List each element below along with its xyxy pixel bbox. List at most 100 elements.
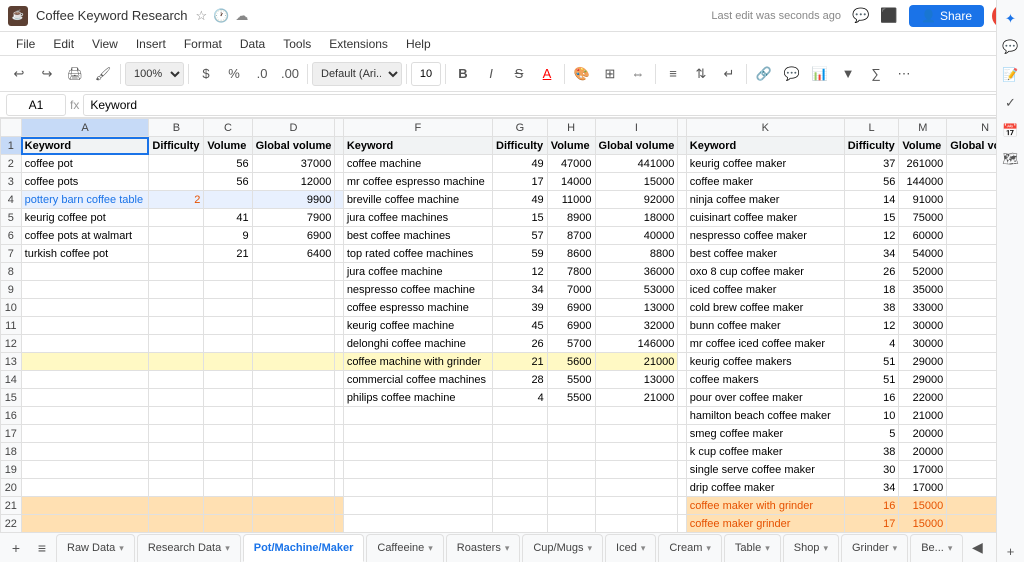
cell[interactable]: 441000 (595, 155, 678, 173)
cell[interactable]: keurig coffee machine (343, 317, 492, 335)
cell[interactable]: 9900 (252, 191, 335, 209)
cell[interactable]: 18000 (595, 209, 678, 227)
cell[interactable] (252, 479, 335, 497)
cell[interactable]: keurig coffee makers (686, 353, 844, 371)
col-header-I[interactable]: I (595, 119, 678, 137)
cell[interactable]: 51 (844, 353, 899, 371)
comment-button[interactable]: 💬 (779, 61, 805, 87)
cell[interactable]: 6900 (547, 299, 595, 317)
cell[interactable]: 26 (844, 263, 899, 281)
cell[interactable]: 8900 (547, 209, 595, 227)
cell[interactable] (204, 443, 252, 461)
cell[interactable]: pour over coffee maker (686, 389, 844, 407)
add-panel-icon[interactable]: + (1000, 540, 1022, 562)
menu-item-tools[interactable]: Tools (275, 35, 319, 53)
cell[interactable] (252, 497, 335, 515)
menu-item-insert[interactable]: Insert (128, 35, 174, 53)
cell[interactable]: 17000 (899, 479, 947, 497)
cell[interactable] (335, 479, 343, 497)
cell[interactable] (204, 317, 252, 335)
paint-format-button[interactable]: 🖌 (90, 61, 116, 87)
cell[interactable]: oxo 8 cup coffee maker (686, 263, 844, 281)
cell[interactable]: coffee pot (21, 155, 149, 173)
cell[interactable] (678, 479, 686, 497)
cell[interactable]: 36000 (595, 263, 678, 281)
cell[interactable]: jura coffee machines (343, 209, 492, 227)
cell[interactable] (335, 425, 343, 443)
cell[interactable] (678, 407, 686, 425)
cell[interactable] (252, 317, 335, 335)
cell[interactable] (149, 173, 204, 191)
cell[interactable]: 57 (493, 227, 548, 245)
cell[interactable] (547, 443, 595, 461)
align-button[interactable]: ≡ (660, 61, 686, 87)
cell-C1[interactable]: Volume (204, 137, 252, 155)
cell[interactable] (343, 407, 492, 425)
cell[interactable] (204, 335, 252, 353)
cell[interactable] (493, 425, 548, 443)
cell[interactable]: 28 (493, 371, 548, 389)
cell[interactable]: commercial coffee machines (343, 371, 492, 389)
maps-icon[interactable]: 🗺 (1000, 148, 1022, 170)
cell[interactable] (335, 173, 343, 191)
sheet-tab-research-data[interactable]: Research Data▾ (137, 534, 241, 562)
cell[interactable] (252, 461, 335, 479)
cell[interactable] (204, 371, 252, 389)
cell[interactable] (343, 497, 492, 515)
cell[interactable] (21, 335, 149, 353)
cell[interactable]: 5 (844, 425, 899, 443)
cell[interactable] (252, 371, 335, 389)
col-header-M[interactable]: M (899, 119, 947, 137)
cell[interactable]: coffee pots at walmart (21, 227, 149, 245)
history-icon[interactable]: 🕐 (213, 8, 229, 24)
cell[interactable] (252, 515, 335, 533)
sheet-tab-cup/mugs[interactable]: Cup/Mugs▾ (522, 534, 603, 562)
cell[interactable] (678, 173, 686, 191)
cell[interactable]: 38 (844, 443, 899, 461)
cell[interactable]: coffee maker with grinder (686, 497, 844, 515)
cell[interactable]: 47000 (547, 155, 595, 173)
cell[interactable] (21, 371, 149, 389)
cell[interactable]: 12 (493, 263, 548, 281)
cell[interactable] (149, 461, 204, 479)
merge-button[interactable]: ⇔ (625, 61, 651, 87)
cell[interactable]: philips coffee machine (343, 389, 492, 407)
menu-item-edit[interactable]: Edit (45, 35, 82, 53)
cell[interactable] (678, 353, 686, 371)
cell[interactable]: 14000 (547, 173, 595, 191)
cell[interactable] (595, 407, 678, 425)
cell[interactable]: smeg coffee maker (686, 425, 844, 443)
cell[interactable] (335, 191, 343, 209)
cell[interactable] (678, 461, 686, 479)
cell[interactable]: 16 (844, 389, 899, 407)
cell[interactable]: hamilton beach coffee maker (686, 407, 844, 425)
cell[interactable] (678, 299, 686, 317)
cell[interactable]: mr coffee iced coffee maker (686, 335, 844, 353)
menu-item-format[interactable]: Format (176, 35, 230, 53)
cell[interactable] (21, 443, 149, 461)
cell[interactable]: nespresso coffee maker (686, 227, 844, 245)
cell[interactable] (547, 515, 595, 533)
cell[interactable] (335, 245, 343, 263)
cell-L1[interactable]: Difficulty (844, 137, 899, 155)
cell[interactable]: 17000 (899, 461, 947, 479)
cell[interactable] (678, 497, 686, 515)
cell[interactable] (149, 263, 204, 281)
cell[interactable]: 17 (844, 515, 899, 533)
cell[interactable] (678, 209, 686, 227)
cell[interactable]: coffee maker (686, 173, 844, 191)
cell[interactable]: bunn coffee maker (686, 317, 844, 335)
cell[interactable] (204, 497, 252, 515)
cell[interactable]: 38 (844, 299, 899, 317)
cell[interactable]: 13000 (595, 299, 678, 317)
col-header-H[interactable]: H (547, 119, 595, 137)
cell[interactable]: 8600 (547, 245, 595, 263)
col-header-D[interactable]: D (252, 119, 335, 137)
cell[interactable] (547, 497, 595, 515)
cell[interactable] (335, 209, 343, 227)
cell[interactable] (678, 191, 686, 209)
cell-B1[interactable]: Difficulty (149, 137, 204, 155)
sheet-tab-roasters[interactable]: Roasters▾ (446, 534, 521, 562)
cell[interactable]: iced coffee maker (686, 281, 844, 299)
grid-container[interactable]: A B C D F G H I K L M N (0, 118, 1024, 532)
